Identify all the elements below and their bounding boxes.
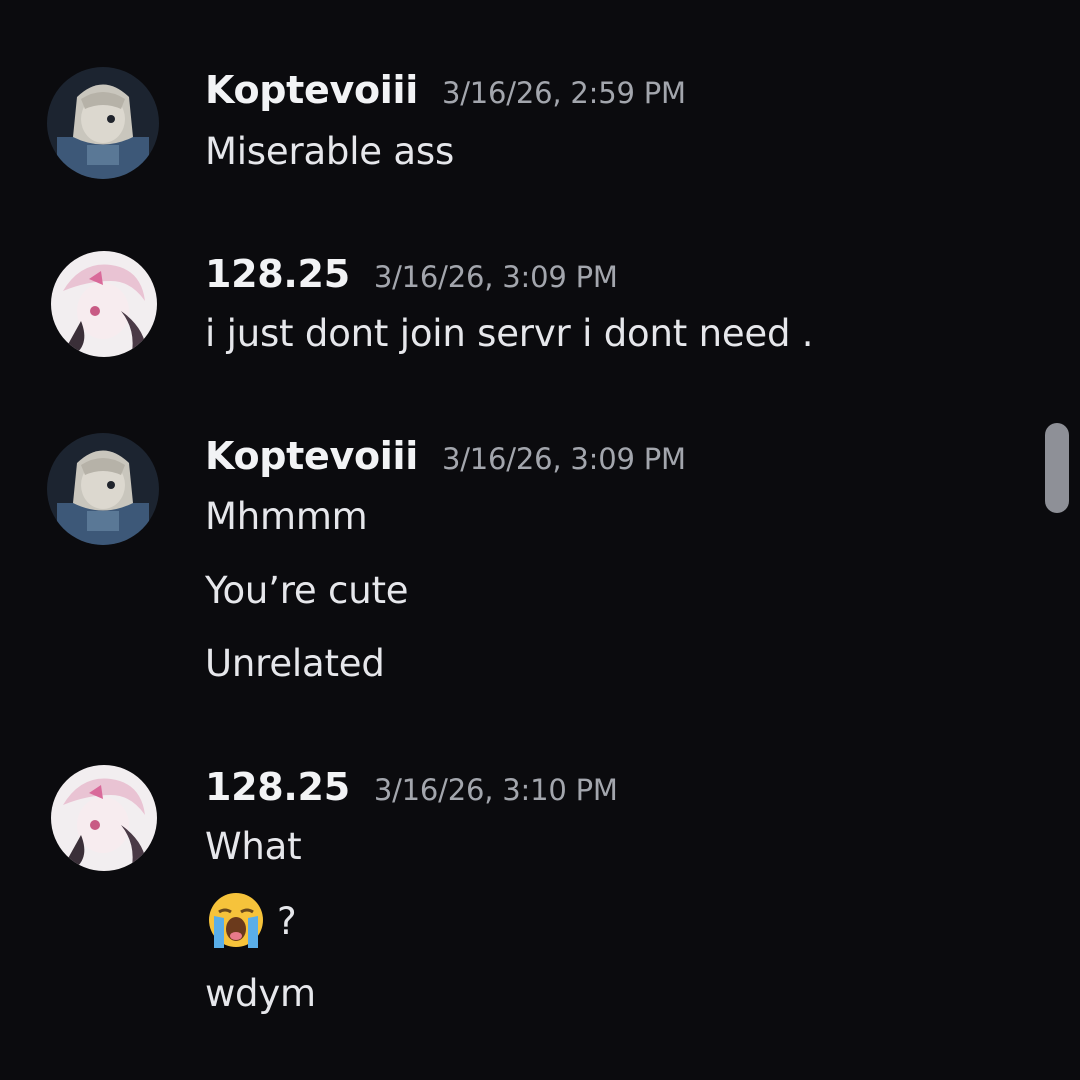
username[interactable]: Koptevoiii bbox=[205, 434, 418, 478]
message-header: Koptevoiii 3/16/26, 2:59 PM bbox=[205, 68, 686, 112]
username[interactable]: 128.25 bbox=[205, 765, 350, 809]
user-avatar[interactable] bbox=[51, 251, 157, 357]
message-header: Koptevoiii 3/16/26, 3:09 PM bbox=[205, 434, 686, 478]
message-text: i just dont join servr i dont need . bbox=[205, 312, 814, 355]
user-avatar[interactable] bbox=[47, 67, 159, 179]
avatar-image bbox=[51, 765, 157, 871]
message-header: 128.25 3/16/26, 3:10 PM bbox=[205, 765, 618, 809]
message-header: 128.25 3/16/26, 3:09 PM bbox=[205, 252, 618, 296]
message-text: What bbox=[205, 825, 302, 868]
message-text: Mhmmm bbox=[205, 495, 368, 538]
chat-screen: Koptevoiii 3/16/26, 2:59 PM Miserable as… bbox=[0, 0, 1080, 1080]
user-avatar[interactable] bbox=[47, 433, 159, 545]
avatar-image bbox=[51, 251, 157, 357]
message-text: wdym bbox=[205, 972, 316, 1015]
user-avatar[interactable] bbox=[51, 765, 157, 871]
avatar-image bbox=[47, 67, 159, 179]
scrollbar-thumb[interactable] bbox=[1045, 423, 1069, 513]
timestamp: 3/16/26, 3:09 PM bbox=[441, 442, 686, 476]
avatar-image bbox=[47, 433, 159, 545]
username[interactable]: Koptevoiii bbox=[205, 68, 418, 112]
message-emoji-line: ? bbox=[205, 892, 297, 950]
username[interactable]: 128.25 bbox=[205, 252, 350, 296]
timestamp: 3/16/26, 2:59 PM bbox=[441, 76, 686, 110]
message-text: Unrelated bbox=[205, 642, 385, 685]
loudly-crying-face-icon bbox=[209, 893, 263, 948]
message-text: ? bbox=[277, 899, 297, 943]
timestamp: 3/16/26, 3:09 PM bbox=[373, 260, 618, 294]
timestamp: 3/16/26, 3:10 PM bbox=[373, 773, 618, 807]
message-text: You’re cute bbox=[205, 569, 409, 612]
message-text: Miserable ass bbox=[205, 130, 455, 173]
